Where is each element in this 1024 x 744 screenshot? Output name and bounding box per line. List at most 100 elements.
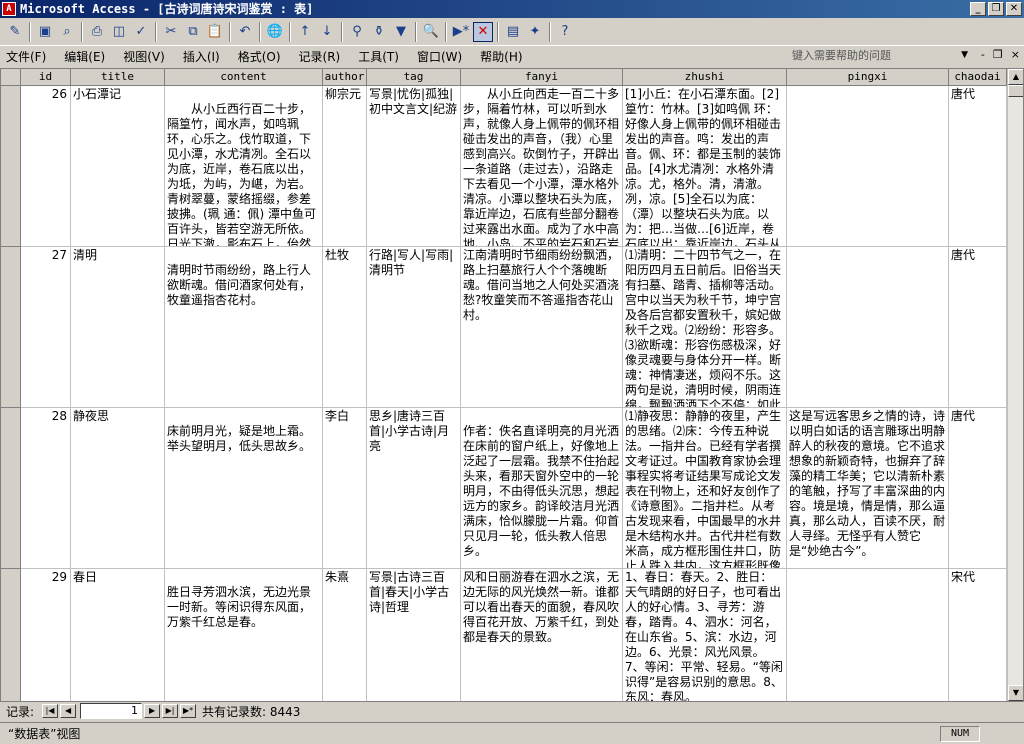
row-selector[interactable] [1,86,21,247]
menu-records[interactable]: 记录(R) [299,48,341,65]
menu-tools[interactable]: 工具(T) [358,48,399,65]
close-button[interactable]: ✕ [1006,2,1022,16]
restore-button[interactable]: ❐ [988,2,1004,16]
column-header-content[interactable]: content [165,69,323,86]
cell-chaodai[interactable]: 唐代 [949,247,1007,408]
mdi-minimize-button[interactable]: - [981,48,985,61]
undo-icon[interactable]: ↶ [235,22,255,42]
row-selector[interactable] [1,408,21,569]
cell-chaodai[interactable]: 唐代 [949,86,1007,247]
column-header-zhushi[interactable]: zhushi [623,69,787,86]
scroll-down-icon[interactable]: ▼ [1008,685,1023,701]
cell-title[interactable]: 小石潭记 [71,86,165,247]
cell-author[interactable]: 杜牧 [323,247,367,408]
row-selector[interactable] [1,247,21,408]
cell-chaodai[interactable]: 宋代 [949,569,1007,701]
menu-window[interactable]: 窗口(W) [417,48,462,65]
cell-title[interactable]: 清明 [71,247,165,408]
print-preview-icon[interactable]: ◫ [109,22,129,42]
filter-by-selection-icon[interactable]: ⚲ [347,22,367,42]
current-record-input[interactable]: 1 [80,703,143,719]
database-window-icon[interactable]: ▤ [503,22,523,42]
cell-zhushi[interactable]: 1、春日：春天。2、胜日：天气晴朗的好日子，也可看出人的好心情。3、寻芳：游春，… [623,569,787,701]
cell-fanyi[interactable]: 风和日丽游春在泗水之滨，无边无际的风光焕然一新。谁都可以看出春天的面貌，春风吹得… [461,569,623,701]
cell-fanyi[interactable]: 作者：佚名直译明亮的月光洒在床前的窗户纸上，好像地上泛起了一层霜。我禁不住抬起头… [461,408,623,569]
cell-fanyi[interactable]: 从小丘向西走一百二十多步，隔着竹林，可以听到水声，就像人身上佩带的佩环相碰击发出… [461,86,623,247]
cell-id[interactable]: 28 [21,408,71,569]
column-header-fanyi[interactable]: fanyi [461,69,623,86]
cell-tag[interactable]: 写景|古诗三百首|春天|小学古诗|哲理 [367,569,461,701]
cell-title[interactable]: 静夜思 [71,408,165,569]
select-all-corner[interactable] [1,69,21,86]
cell-author[interactable]: 李白 [323,408,367,569]
cell-pingxi[interactable] [787,86,949,247]
cut-icon[interactable]: ✂ [161,22,181,42]
scroll-thumb[interactable] [1008,85,1023,97]
cell-author[interactable]: 柳宗元 [323,86,367,247]
chevron-down-icon[interactable]: ▼ [961,47,968,64]
column-header-id[interactable]: id [21,69,71,86]
cell-id[interactable]: 29 [21,569,71,701]
mdi-close-button[interactable]: × [1011,48,1020,61]
first-record-button[interactable]: |◀ [42,704,59,718]
new-record-icon[interactable]: ▶* [451,22,471,42]
spelling-icon[interactable]: ✓ [131,22,151,42]
column-header-title[interactable]: title [71,69,165,86]
cell-content[interactable]: 胜日寻芳泗水滨，无边光景一时新。等闲识得东风面，万紫千红总是春。 [165,569,323,701]
cell-zhushi[interactable]: [1]小丘：在小石潭东面。[2]篁竹：竹林。[3]如鸣佩 环：好像人身上佩带的佩… [623,86,787,247]
filter-by-form-icon[interactable]: ⚱ [369,22,389,42]
menu-file[interactable]: 文件(F) [6,48,46,65]
cell-id[interactable]: 26 [21,86,71,247]
mdi-restore-button[interactable]: ❐ [993,48,1003,61]
previous-record-button[interactable]: ◀ [60,704,77,718]
column-header-author[interactable]: author [323,69,367,86]
cell-zhushi[interactable]: ⑴清明：二十四节气之一，在阳历四月五日前后。旧俗当天有扫墓、踏青、插柳等活动。宫… [623,247,787,408]
cell-content[interactable]: 从小丘西行百二十步，隔篁竹，闻水声，如鸣珮环，心乐之。伐竹取道，下见小潭，水尤清… [165,86,323,247]
new-record-button[interactable]: ▶* [180,704,197,718]
menu-format[interactable]: 格式(O) [238,48,281,65]
delete-record-icon[interactable]: ✕ [473,21,493,42]
cell-tag[interactable]: 行路|写人|写雨|清明节 [367,247,461,408]
cell-tag[interactable]: 思乡|唐诗三百首|小学古诗|月亮 [367,408,461,569]
cell-pingxi[interactable] [787,247,949,408]
row-selector[interactable] [1,569,21,701]
help-question-input[interactable]: 键入需要帮助的问题 ▼ [792,47,972,64]
apply-filter-icon[interactable]: ▼ [391,22,411,42]
menu-edit[interactable]: 编辑(E) [64,48,105,65]
print-icon[interactable]: ⎙ [87,22,107,42]
cell-fanyi[interactable]: 江南清明时节细雨纷纷飘洒，路上扫墓旅行人个个落魄断魂。借问当地之人何处买酒浇愁?… [461,247,623,408]
search-icon[interactable]: ⌕ [57,22,77,42]
help-icon[interactable]: ? [555,22,575,42]
cell-author[interactable]: 朱熹 [323,569,367,701]
menu-view[interactable]: 视图(V) [123,48,165,65]
sort-descending-icon[interactable]: ↓ [317,22,337,42]
last-record-button[interactable]: ▶| [162,704,179,718]
sort-ascending-icon[interactable]: ↑ [295,22,315,42]
cell-tag[interactable]: 写景|忧伤|孤独|初中文言文|纪游 [367,86,461,247]
cell-content[interactable]: 床前明月光，疑是地上霜。举头望明月，低头思故乡。 [165,408,323,569]
column-header-tag[interactable]: tag [367,69,461,86]
menu-help[interactable]: 帮助(H) [480,48,522,65]
minimize-button[interactable]: _ [970,2,986,16]
cell-pingxi[interactable]: 这是写远客思乡之情的诗，诗以明白如话的语言雕琢出明静醉人的秋夜的意境。它不追求想… [787,408,949,569]
cell-content[interactable]: 清明时节雨纷纷，路上行人欲断魂。借问酒家何处有，牧童遥指杏花村。 [165,247,323,408]
scroll-up-icon[interactable]: ▲ [1008,69,1023,85]
column-header-pingxi[interactable]: pingxi [787,69,949,86]
menu-insert[interactable]: 插入(I) [183,48,220,65]
column-header-chaodai[interactable]: chaodai [949,69,1007,86]
cell-zhushi[interactable]: ⑴静夜思：静静的夜里，产生的思绪。⑵床：今传五种说法。一指井台。已经有学者撰文考… [623,408,787,569]
cell-pingxi[interactable] [787,569,949,701]
design-view-icon[interactable]: ✎ [5,22,25,42]
access-app-icon[interactable]: A [2,2,16,16]
cell-chaodai[interactable]: 唐代 [949,408,1007,569]
paste-icon[interactable]: 📋 [205,22,225,42]
find-icon[interactable]: 🔍 [421,22,441,42]
new-object-icon[interactable]: ✦ [525,22,545,42]
vertical-scrollbar[interactable]: ▲ ▼ [1007,69,1023,701]
next-record-button[interactable]: ▶ [144,704,161,718]
save-icon[interactable]: ▣ [35,22,55,42]
hyperlink-icon[interactable]: 🌐 [265,22,285,42]
cell-title[interactable]: 春日 [71,569,165,701]
cell-id[interactable]: 27 [21,247,71,408]
copy-icon[interactable]: ⧉ [183,22,203,42]
